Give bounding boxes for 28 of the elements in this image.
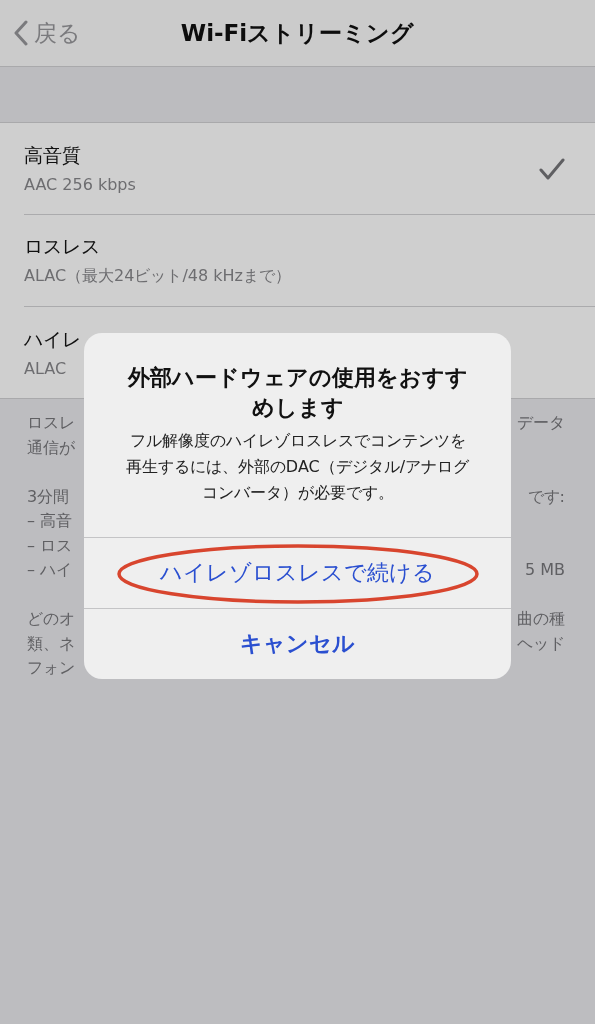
option-subtitle: AAC 256 kbps <box>24 175 136 194</box>
page-title: Wi-Fiストリーミング <box>180 18 415 48</box>
back-chevron-icon <box>14 20 28 46</box>
alert-action-button[interactable]: ハイレゾロスレスで続ける <box>84 537 511 609</box>
footer-text: データ <box>517 413 565 434</box>
footer-text: – ハイ <box>27 560 73 581</box>
quality-option[interactable]: 高音質 AAC 256 kbps <box>24 123 595 215</box>
footer-text: フォン <box>27 658 75 679</box>
footer-text: 曲の種 <box>517 609 565 630</box>
alert-title: 外部ハードウェアの使用をおすすめします <box>126 364 469 422</box>
option-title: 高音質 <box>24 143 82 168</box>
footer-text: ロスレ <box>27 413 75 434</box>
alert-message: フル解像度のハイレゾロスレスでコンテンツを再生するには、外部のDAC（デジタル/アナログコンバータ）が必要です。 <box>124 430 471 504</box>
footer-text: 通信が <box>27 437 75 459</box>
footer-text: どのオ <box>27 609 75 630</box>
footer-text: です: <box>527 486 565 508</box>
footer-text: 類、ネ <box>27 633 75 655</box>
footer-text: – ロス <box>27 535 73 557</box>
footer-text: 5 MB <box>524 560 565 581</box>
option-subtitle: ALAC <box>24 359 68 378</box>
alert-action-button[interactable]: キャンセル <box>84 608 511 680</box>
footer-text: ヘッド <box>517 633 565 655</box>
option-title: ロスレス <box>24 234 101 259</box>
quality-option[interactable]: ロスレス ALAC（最大24ビット/48 kHzまで） <box>24 215 595 307</box>
option-title: ハイレ <box>24 327 81 352</box>
footer-text: – 高音 <box>27 511 73 532</box>
footer-text: 3分間 <box>27 486 70 508</box>
option-subtitle: ALAC（最大24ビット/48 kHzまで） <box>24 266 291 287</box>
